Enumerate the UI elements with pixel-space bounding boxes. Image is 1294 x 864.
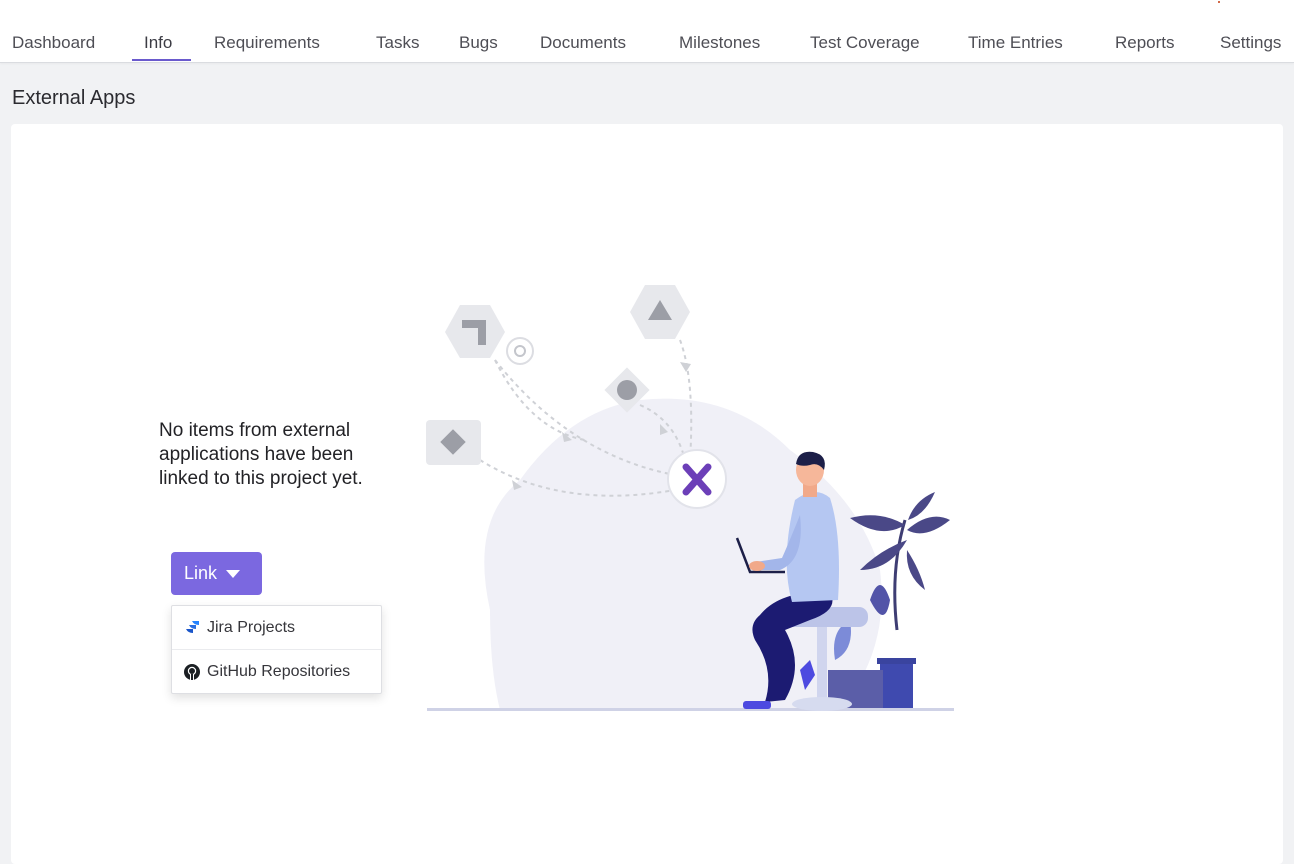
tab-dashboard[interactable]: Dashboard (12, 32, 95, 54)
menu-item-label: Jira Projects (207, 618, 296, 636)
tab-requirements[interactable]: Requirements (214, 32, 320, 54)
app-hexagon-icon (445, 305, 505, 358)
link-button-label: Link (184, 563, 218, 583)
tab-info[interactable]: Info (144, 32, 172, 54)
menu-item-github-repositories[interactable]: GitHub Repositories (172, 650, 381, 693)
menu-item-label: GitHub Repositories (207, 662, 351, 680)
tab-reports[interactable]: Reports (1115, 32, 1175, 54)
arrow-head-icon (680, 362, 691, 372)
github-icon (183, 663, 201, 681)
link-dropdown-button[interactable]: Link (171, 552, 262, 595)
active-tab-indicator (132, 59, 191, 61)
section-title: External Apps (12, 87, 136, 109)
link-dropdown-menu: Jira Projects GitHub Repositories (171, 605, 382, 694)
circle-glyph-icon (617, 380, 637, 400)
tab-test-coverage[interactable]: Test Coverage (810, 32, 920, 54)
corner-mark (1218, 1, 1220, 3)
tab-documents[interactable]: Documents (540, 32, 626, 54)
menu-item-jira-projects[interactable]: Jira Projects (172, 606, 381, 650)
caret-down-icon (226, 569, 241, 578)
jira-icon (183, 619, 201, 637)
tab-settings[interactable]: Settings (1220, 32, 1281, 54)
sync-gear-icon (506, 337, 534, 365)
top-navigation: Dashboard Info Requirements Tasks Bugs D… (0, 0, 1294, 63)
tab-tasks[interactable]: Tasks (376, 32, 419, 54)
empty-state-message: No items from external applications have… (159, 420, 363, 489)
empty-state-illustration (426, 285, 954, 711)
tab-bugs[interactable]: Bugs (459, 32, 498, 54)
tab-milestones[interactable]: Milestones (679, 32, 760, 54)
ground-line (427, 708, 954, 711)
tab-time-entries[interactable]: Time Entries (968, 32, 1063, 54)
